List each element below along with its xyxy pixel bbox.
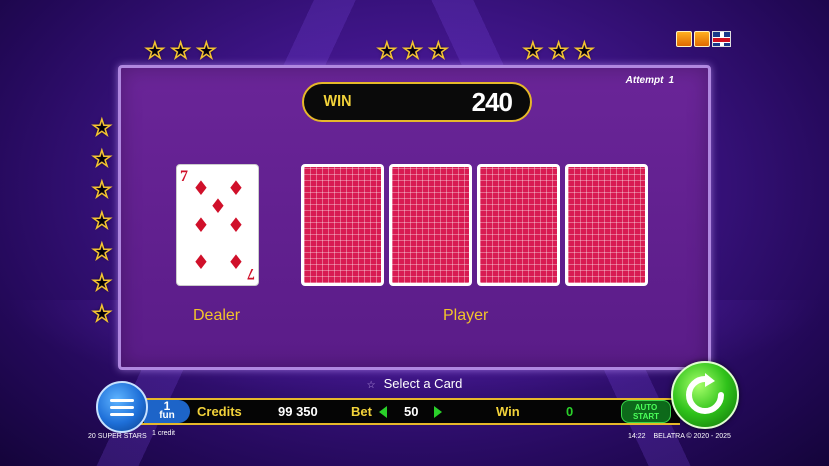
card-rank-bottom: 7	[247, 265, 255, 282]
star-icon: ★	[91, 147, 112, 172]
star-icon: ★	[91, 240, 112, 265]
bet-decrease-button[interactable]	[379, 406, 387, 418]
star-icon: ★	[91, 209, 112, 234]
instruction-label: Select a Card	[383, 376, 463, 391]
win-label: WIN	[323, 93, 352, 110]
star-icon: ★	[376, 39, 397, 64]
menu-button[interactable]	[96, 381, 148, 433]
star-icon: ★	[91, 116, 112, 141]
refresh-icon	[686, 373, 724, 414]
attempt-indicator: Attempt 1	[621, 75, 674, 86]
star-icon: ★	[522, 39, 543, 64]
diamond-icon: ♦	[227, 213, 245, 237]
diamond-icon: ♦	[209, 194, 227, 218]
diamond-icon: ♦	[227, 176, 245, 200]
game-name: 20 SUPER STARS	[88, 433, 147, 440]
star-icon: ★	[402, 39, 423, 64]
win-value-bar: 0	[566, 404, 574, 419]
star-icon: ★	[428, 39, 449, 64]
star-icon: ★	[91, 302, 112, 327]
bet-label: Bet	[351, 404, 372, 419]
sound-icon[interactable]	[676, 31, 692, 47]
bottom-bar: Credits 99 350 Bet 50 Win 0	[140, 398, 680, 425]
start-button[interactable]	[671, 361, 739, 429]
star-icon: ★	[144, 39, 165, 64]
player-card-4[interactable]	[565, 164, 648, 286]
star-icon: ★	[91, 271, 112, 296]
win-label-bar: Win	[496, 404, 520, 419]
uk-flag-icon[interactable]	[712, 31, 731, 47]
bet-increase-button[interactable]	[434, 406, 442, 418]
top-stars-right: ★ ★ ★	[522, 39, 595, 64]
diamond-icon: ♦	[192, 250, 210, 274]
win-value: 240	[471, 86, 513, 117]
diamond-icon: ♦	[192, 213, 210, 237]
star-icon: ★	[170, 39, 191, 64]
credits-label: Credits	[197, 404, 242, 419]
star-icon: ★	[548, 39, 569, 64]
top-stars-left: ★ ★ ★	[144, 39, 217, 64]
menu-icon-line	[110, 412, 134, 416]
top-stars-center: ★ ★ ★	[376, 39, 449, 64]
card-rank-top: 7	[180, 168, 188, 185]
gamble-panel: Attempt 1 WIN 240 7 7 ♦ ♦ ♦ ♦ ♦ ♦ ♦ Deale…	[118, 65, 711, 370]
star-icon: ★	[91, 178, 112, 203]
star-icon: ★	[196, 39, 217, 64]
fun-denomination[interactable]: 1 fun	[144, 400, 190, 423]
credits-value: 99 350	[278, 404, 318, 419]
menu-icon-line	[110, 405, 134, 409]
start-label: START	[632, 412, 660, 421]
settings-icon[interactable]	[694, 31, 710, 47]
dealer-label: Dealer	[193, 307, 241, 324]
auto-start-button[interactable]: AUTO START	[621, 400, 671, 423]
star-icon: ★	[574, 39, 595, 64]
credit-unit: 1 credit	[152, 430, 175, 437]
footer-info: 14:22 BELATRA © 2020 - 2025	[628, 433, 731, 440]
attempt-value: 1	[668, 75, 674, 86]
diamond-icon: ♦	[227, 250, 245, 274]
side-stars: ★ ★ ★ ★ ★ ★ ★	[91, 116, 112, 327]
top-icons	[676, 31, 731, 47]
star-icon: ☆	[366, 380, 376, 391]
attempt-label: Attempt	[625, 75, 664, 86]
menu-icon	[110, 398, 134, 402]
auto-label: AUTO	[634, 403, 658, 412]
player-card-3[interactable]	[477, 164, 560, 286]
player-card-2[interactable]	[389, 164, 472, 286]
diamond-icon: ♦	[192, 176, 210, 200]
player-label: Player	[443, 307, 489, 324]
dealer-card: 7 7 ♦ ♦ ♦ ♦ ♦ ♦ ♦	[176, 164, 259, 286]
bet-value: 50	[404, 404, 419, 419]
clock: 14:22	[628, 433, 646, 440]
win-display: WIN 240	[302, 82, 532, 122]
fun-label: fun	[159, 410, 175, 421]
copyright: BELATRA © 2020 - 2025	[653, 433, 731, 440]
player-card-1[interactable]	[301, 164, 384, 286]
